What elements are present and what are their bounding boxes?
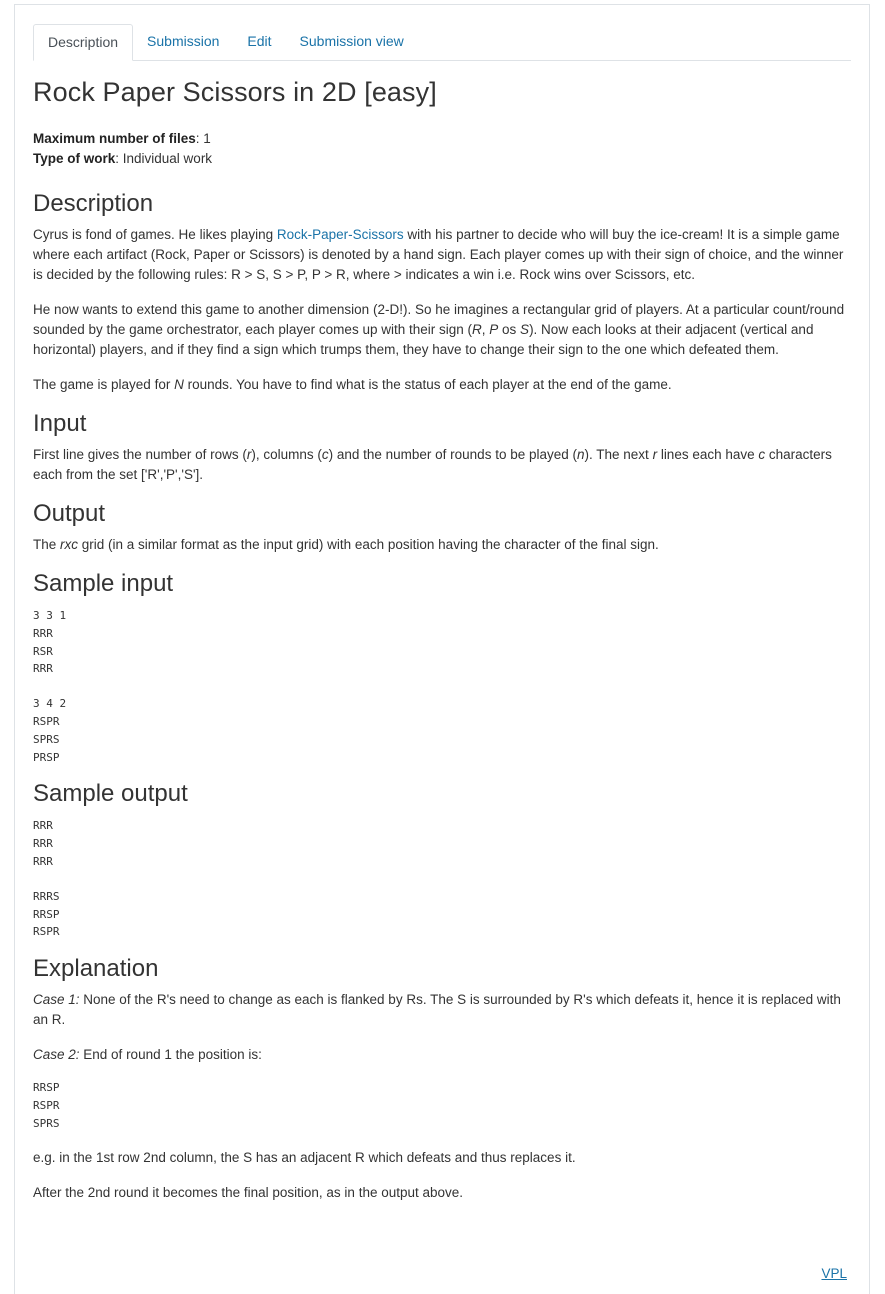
explanation-case-2: Case 2: End of round 1 the position is: [33,1047,262,1063]
tab-submission-view[interactable]: Submission view [286,24,418,60]
content-panel: Description Submission Edit Submission v… [14,4,870,1294]
input-paragraph: First line gives the number of rows (r),… [33,447,832,482]
sample-output-heading: Sample output [33,780,188,808]
page-title: Rock Paper Scissors in 2D [easy] [33,77,437,107]
description-heading: Description [33,190,154,217]
explanation-final: After the 2nd round it becomes the final… [33,1184,464,1200]
sample-input-case-1: 3 3 1 RRR RSR RRR [33,609,67,676]
rock-paper-scissors-link[interactable]: Rock-Paper-Scissors [277,227,404,242]
explanation-note: e.g. in the 1st row 2nd column, the S ha… [33,1149,576,1165]
work-type-value: : Individual work [115,151,213,166]
sample-output-case-2: RRRS RRSP RSPR [33,889,60,939]
sample-input-heading: Sample input [33,570,174,597]
activity-content: Description Submission Edit Submission v… [33,24,851,1203]
work-type-label: Type of work [33,151,116,166]
vpl-link[interactable]: VPL [821,1266,847,1281]
max-files-label: Maximum number of files [33,131,196,146]
output-paragraph: The rxc grid (in a similar format as the… [33,537,659,552]
description-paragraph-1: Cyrus is fond of games. He likes playing… [33,227,844,282]
tab-bar: Description Submission Edit Submission v… [33,24,851,61]
explanation-grid: RRSP RSPR SPRS [33,1081,60,1130]
description-paragraph-2: He now wants to extend this game to anot… [33,302,845,357]
input-heading: Input [33,410,87,437]
max-files-value: : 1 [195,131,211,146]
sample-output-case-1: RRR RRR RRR [33,819,53,868]
tab-submission[interactable]: Submission [133,24,233,60]
activity-meta: Maximum number of files: 1 Type of work:… [33,129,851,169]
sample-input-case-2: 3 4 2 RSPR SPRS PRSP [33,697,67,764]
description-paragraph-3: The game is played for N rounds. You hav… [33,377,672,392]
explanation-case-1: Case 1: None of the R's need to change a… [33,992,841,1028]
explanation-heading: Explanation [33,955,159,983]
output-heading: Output [33,500,106,527]
tab-description[interactable]: Description [33,24,134,61]
tab-edit[interactable]: Edit [233,24,285,60]
